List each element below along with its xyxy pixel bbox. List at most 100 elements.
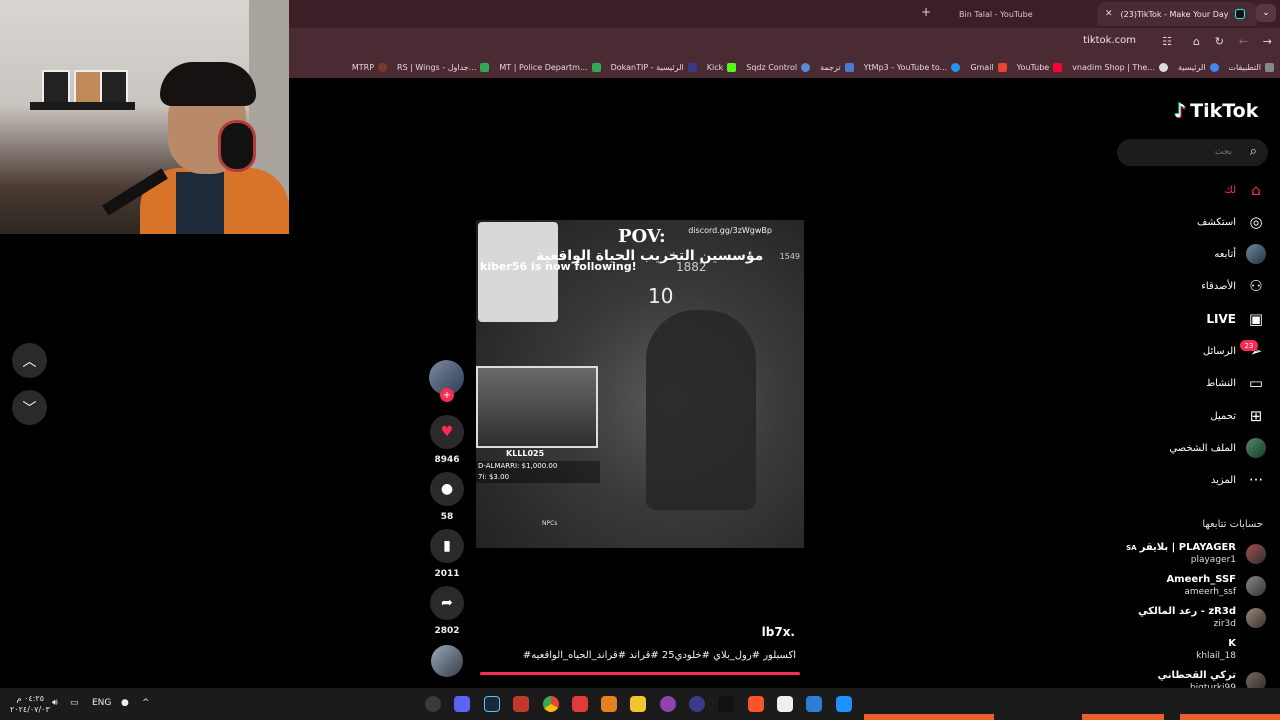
sidebar-item-profile[interactable]: الملف الشخصي xyxy=(1140,437,1266,459)
chevron-up-icon[interactable]: ^ xyxy=(142,698,150,708)
comment-action[interactable]: ● 58 xyxy=(428,472,466,522)
sidebar-item-live[interactable]: LIVE ▣ xyxy=(1140,308,1266,330)
language-indicator[interactable]: ENG xyxy=(92,698,111,708)
home-icon[interactable]: ⌂ xyxy=(1193,35,1200,48)
bookmark[interactable]: DokanTIP - الرئيسية xyxy=(611,62,697,72)
taskbar-highlight xyxy=(1082,714,1164,720)
bookmark[interactable]: Sqdz Control xyxy=(746,62,811,72)
avatar xyxy=(1246,608,1266,628)
sidebar-item-friends[interactable]: الأصدقاء ⚇ xyxy=(1140,275,1266,297)
app-icon[interactable] xyxy=(689,696,705,712)
app-icon[interactable] xyxy=(425,696,441,712)
bookmark[interactable]: الرئيسية xyxy=(1178,62,1219,72)
file-explorer-icon[interactable] xyxy=(630,696,646,712)
save-action[interactable]: ▮ 2011 xyxy=(428,529,466,579)
bookmark[interactable]: vnadim Shop | The... xyxy=(1072,62,1168,72)
store-icon[interactable] xyxy=(806,696,822,712)
url-field[interactable]: tiktok.com xyxy=(1083,35,1136,46)
site-icon xyxy=(1209,62,1219,72)
sidebar-item-label: استكشف xyxy=(1197,216,1236,228)
sidebar-item-more[interactable]: المزيد ··· xyxy=(1140,469,1266,491)
logo-text: TikTok xyxy=(1190,100,1259,122)
discord-icon[interactable] xyxy=(454,696,470,712)
shelf-frame xyxy=(100,70,128,104)
app-icon[interactable] xyxy=(660,696,676,712)
sidebar-item-explore[interactable]: استكشف ◎ xyxy=(1140,211,1266,233)
close-icon[interactable]: ✕ xyxy=(1105,9,1113,19)
bookmark[interactable]: YtMp3 - YouTube to... xyxy=(864,62,961,72)
bookmark-icon: ▮ xyxy=(443,538,451,554)
video-hashtags[interactable]: #اكسبلور #رول_بلاي #خلودي25 #قراند #قران… xyxy=(476,650,796,661)
account-handle: playager1 xyxy=(1190,555,1236,565)
windows-start-icon[interactable] xyxy=(836,696,852,712)
microphone-icon[interactable]: ● xyxy=(121,698,129,708)
tiktok-logo[interactable]: ♪ TikTok xyxy=(1174,100,1258,122)
sidebar-item-upload[interactable]: تحميل ⊞ xyxy=(1140,405,1266,427)
bookmark[interactable]: MTRP xyxy=(352,62,388,72)
tab-youtube[interactable]: Bin Talal - YouTube xyxy=(951,2,1091,26)
chevron-down-icon[interactable]: ⌄ xyxy=(1256,4,1276,22)
chrome-icon[interactable] xyxy=(543,696,559,712)
video-author-name[interactable]: lb7x. xyxy=(690,625,795,639)
app-icon[interactable] xyxy=(513,696,529,712)
tiktok-icon[interactable] xyxy=(718,696,734,712)
avatar xyxy=(1246,576,1266,596)
comment-button[interactable]: ● xyxy=(430,472,464,506)
sidebar-item-activity[interactable]: النشاط ▭ xyxy=(1140,372,1266,394)
sidebar-item-label: الأصدقاء xyxy=(1201,280,1236,292)
youtube-icon xyxy=(1053,62,1063,72)
tiktok-note-icon: ♪ xyxy=(1174,100,1187,122)
avatar xyxy=(1246,244,1266,264)
follow-plus-icon[interactable]: + xyxy=(440,388,454,402)
tab-bar: ✕ (23)TikTok - Make Your Day Bin Talal -… xyxy=(289,0,1280,28)
like-button[interactable]: ♥ xyxy=(430,415,464,449)
video-player[interactable]: POV: discord.gg/3zWgwBp مؤسسين التخريب ا… xyxy=(476,220,804,548)
search-icon[interactable]: ⌕ xyxy=(1250,144,1257,159)
search-input[interactable]: بحث ⌕ xyxy=(1117,139,1268,166)
new-tab-icon[interactable]: + xyxy=(921,5,931,19)
save-button[interactable]: ▮ xyxy=(430,529,464,563)
video-npcs-label: NPCs xyxy=(542,520,558,527)
following-account[interactable]: Ameerh_SSF ameerh_ssf xyxy=(1120,572,1266,600)
previous-video-button[interactable]: ︿ xyxy=(12,343,47,378)
site-icon xyxy=(1158,62,1168,72)
more-icon: ··· xyxy=(1248,471,1264,489)
gmail-icon xyxy=(997,62,1007,72)
bookmark[interactable]: MT | Police Departm... xyxy=(499,62,601,72)
sidebar-item-for-you[interactable]: لك ⌂ xyxy=(1140,179,1266,201)
tab-tiktok[interactable]: ✕ (23)TikTok - Make Your Day xyxy=(1097,2,1257,26)
app-icon[interactable] xyxy=(777,696,793,712)
site-icon xyxy=(801,62,811,72)
back-icon[interactable]: → xyxy=(1263,35,1272,48)
next-video-button[interactable]: ﹀ xyxy=(12,390,47,425)
bookmark[interactable]: ترجمة xyxy=(820,62,854,72)
share-action[interactable]: ➦ 2802 xyxy=(428,586,466,636)
app-icon[interactable] xyxy=(601,696,617,712)
following-accounts-title: حسابات تتابعها xyxy=(1202,519,1263,530)
bookmark[interactable]: Gmail xyxy=(970,62,1007,72)
video-progress-bar[interactable] xyxy=(480,672,800,675)
site-settings-icon[interactable]: ☷ xyxy=(1162,35,1172,48)
clock[interactable]: ٠٤:٢٥ م ٢٠٢٤/٠٧/٠٣ xyxy=(10,693,50,715)
money-line: 7i: $3.00 xyxy=(478,473,510,481)
steam-icon[interactable] xyxy=(484,696,500,712)
share-button[interactable]: ➦ xyxy=(430,586,464,620)
bookmark[interactable]: Kick xyxy=(707,62,737,72)
app-icon[interactable] xyxy=(572,696,588,712)
bookmark[interactable]: YouTube xyxy=(1017,62,1063,72)
like-action[interactable]: ♥ 8946 xyxy=(428,415,466,465)
forward-icon[interactable]: ← xyxy=(1239,35,1248,48)
bookmark[interactable]: RS | Wings - جداول... xyxy=(397,62,490,72)
account-handle: ameerh_ssf xyxy=(1184,587,1236,597)
reload-icon[interactable]: ↻ xyxy=(1215,35,1224,48)
following-account[interactable]: K khlail_18 xyxy=(1120,636,1266,664)
sidebar-item-following[interactable]: أتابعه xyxy=(1140,243,1266,265)
music-disc[interactable] xyxy=(431,645,463,677)
following-account[interactable]: رعد المالكي - zR3d zir3d xyxy=(1120,604,1266,632)
brave-icon[interactable] xyxy=(748,696,764,712)
volume-icon[interactable]: 🔊︎ xyxy=(52,698,58,708)
following-account[interactable]: SA بلايقر | PLAYAGER playager1 xyxy=(1120,540,1266,568)
account-text: Ameerh_SSF ameerh_ssf xyxy=(1166,574,1236,598)
network-icon[interactable]: ▭ xyxy=(70,698,79,708)
bookmark-apps[interactable]: التطبيقات xyxy=(1229,62,1274,72)
